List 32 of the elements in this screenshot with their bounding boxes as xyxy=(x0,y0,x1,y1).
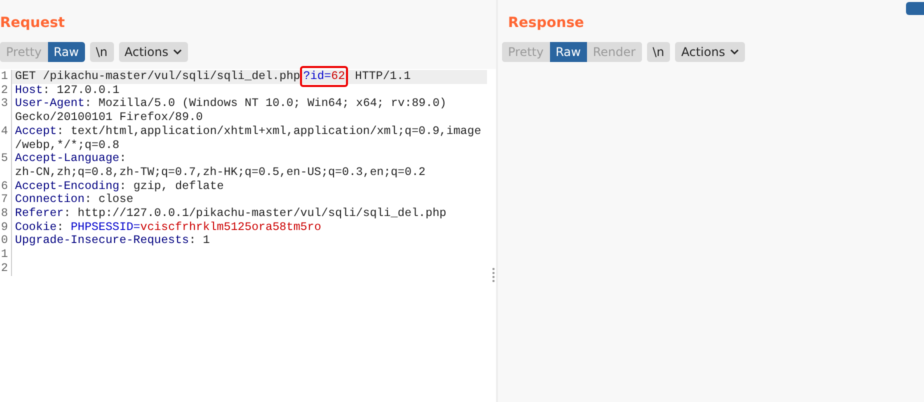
line-number: 7 xyxy=(0,193,9,208)
code-line: Connection: close xyxy=(11,193,487,208)
view-tab[interactable]: Raw xyxy=(48,42,85,62)
line-number: 2 xyxy=(0,262,9,276)
code-editor[interactable] xyxy=(0,69,496,402)
line-number: 1 xyxy=(0,248,9,262)
code-line: Accept: text/html,application/xhtml+xml,application/xml;q=0.9,image/webp,*/*;q=0.8 xyxy=(11,124,487,152)
actions-dropdown[interactable]: Actions xyxy=(675,42,746,62)
panel-title: Request xyxy=(0,15,65,33)
line-number: 4 xyxy=(0,124,9,140)
resize-handle[interactable] xyxy=(492,267,495,283)
chevron-down-icon xyxy=(730,49,740,55)
panel-title: Response xyxy=(508,15,584,33)
line-number: 3 xyxy=(0,97,9,112)
view-tab[interactable]: Raw xyxy=(550,42,587,62)
chevron-down-icon xyxy=(173,49,182,55)
code-line: Host: 127.0.0.1 xyxy=(11,84,487,98)
code-line: Cookie: PHPSESSID=vciscfrhrklm5125ora58tm5ro xyxy=(11,220,487,234)
line-number: 6 xyxy=(0,180,9,194)
code-line: Accept-Encoding: gzip, deflate xyxy=(11,180,487,194)
line-number: 8 xyxy=(0,207,9,221)
line-number: 5 xyxy=(0,152,9,168)
actions-dropdown[interactable]: Actions xyxy=(118,42,188,62)
line-number: 0 xyxy=(0,234,9,248)
code-line: Referer: http://127.0.0.1/pikachu-master/vul/sqli/sqli_del.php xyxy=(11,207,487,221)
code-line: Upgrade-Insecure-Requests: 1 xyxy=(11,234,487,248)
newline-toggle[interactable]: \n xyxy=(90,42,114,62)
line-number: 1 xyxy=(0,70,9,84)
line-number: 9 xyxy=(0,220,9,234)
layout-toggle-icon[interactable] xyxy=(906,2,924,15)
newline-toggle[interactable]: \n xyxy=(646,42,670,62)
line-number: 2 xyxy=(0,84,9,98)
